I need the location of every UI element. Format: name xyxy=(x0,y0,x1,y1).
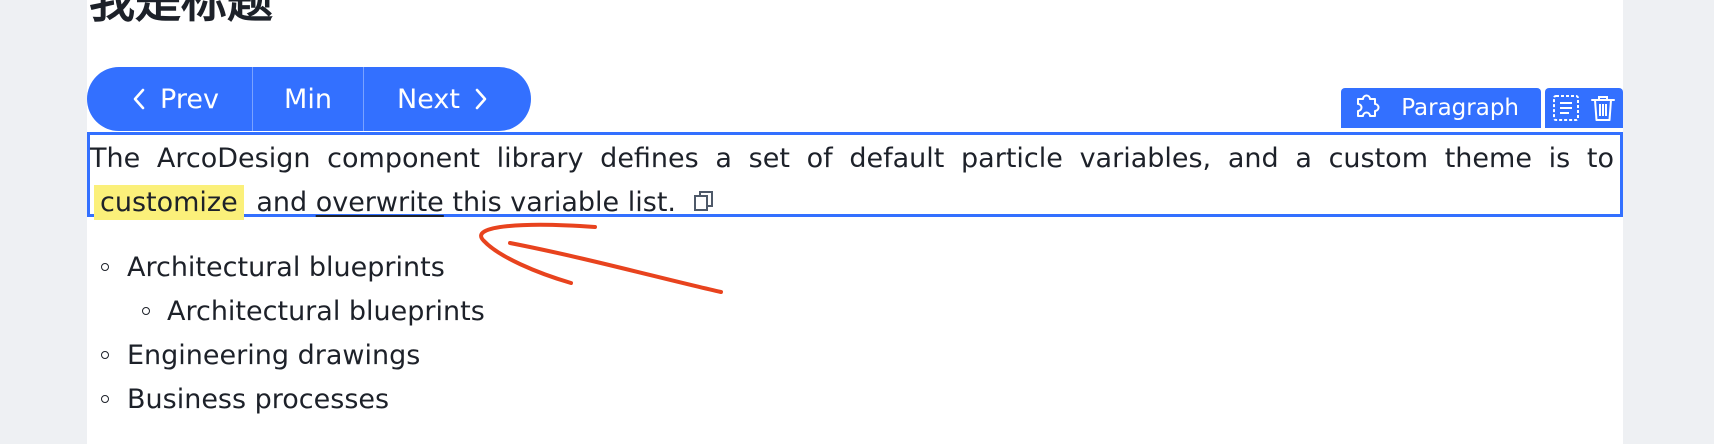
chevron-right-icon xyxy=(474,88,488,110)
list-item-text: Architectural blueprints xyxy=(167,296,485,327)
chevron-left-icon xyxy=(132,88,146,110)
page-title: 我是标题 xyxy=(89,0,273,28)
list-item-text: Business processes xyxy=(127,384,390,415)
bullet-icon xyxy=(101,395,109,403)
editor-canvas: 我是标题 Prev Min Next Paragraph The ArcoDes… xyxy=(87,0,1623,444)
trash-icon[interactable] xyxy=(1589,93,1617,123)
copy-icon[interactable] xyxy=(693,183,715,227)
block-type-button[interactable]: Paragraph xyxy=(1341,88,1541,128)
next-button[interactable]: Next xyxy=(363,67,531,131)
bullet-list: Architectural blueprints Architectural b… xyxy=(87,246,485,422)
paragraph-text: this variable list. xyxy=(452,187,676,218)
next-label: Next xyxy=(397,83,460,115)
list-item[interactable]: Business processes xyxy=(87,378,485,422)
puzzle-icon xyxy=(1353,90,1383,126)
block-actions xyxy=(1545,88,1623,128)
min-label: Min xyxy=(284,83,332,115)
nav-button-group: Prev Min Next xyxy=(87,67,531,131)
list-item[interactable]: Architectural blueprints xyxy=(87,246,485,290)
list-item-nested[interactable]: Architectural blueprints xyxy=(87,290,485,334)
block-toolbar: Paragraph xyxy=(1341,88,1623,128)
list-item[interactable]: Engineering drawings xyxy=(87,334,485,378)
paragraph-text: The ArcoDesign component library defines… xyxy=(90,143,1614,174)
list-item-text: Architectural blueprints xyxy=(127,252,445,283)
bullet-icon xyxy=(101,351,109,359)
prev-label: Prev xyxy=(160,83,219,115)
format-icon[interactable] xyxy=(1551,93,1581,123)
min-button[interactable]: Min xyxy=(252,67,363,131)
selected-paragraph-block[interactable]: The ArcoDesign component library defines… xyxy=(87,132,1623,220)
highlighted-text: customize xyxy=(94,185,244,220)
list-item-text: Engineering drawings xyxy=(127,340,421,371)
bullet-icon xyxy=(142,307,150,315)
prev-button[interactable]: Prev xyxy=(87,67,252,131)
block-type-label: Paragraph xyxy=(1401,95,1519,121)
bullet-icon xyxy=(101,263,109,271)
underlined-text: overwrite xyxy=(315,187,444,218)
paragraph-text: and xyxy=(256,187,308,218)
